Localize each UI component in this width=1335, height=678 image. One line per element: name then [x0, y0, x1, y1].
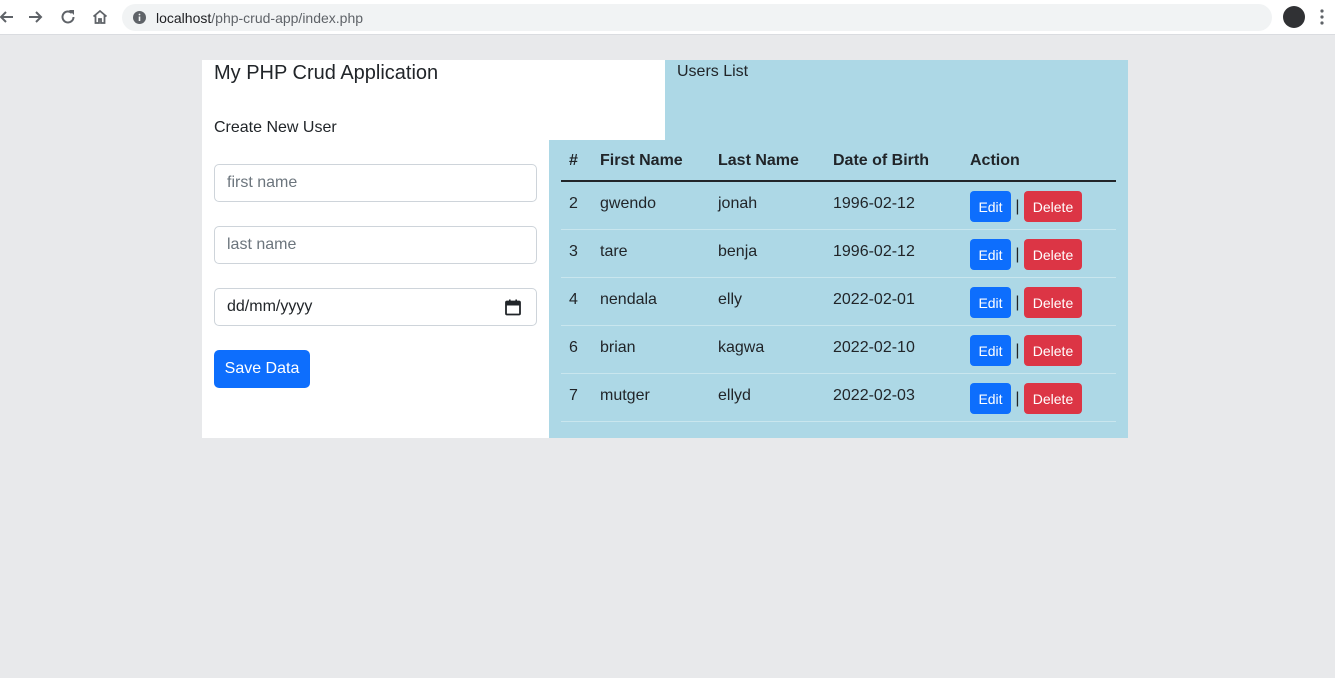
col-header-date-of-birth: Date of Birth — [833, 152, 929, 169]
edit-button[interactable]: Edit — [970, 383, 1011, 414]
delete-button[interactable]: Delete — [1024, 239, 1082, 270]
delete-button[interactable]: Delete — [1024, 191, 1082, 222]
row-actions: Edit | Delete — [970, 239, 1082, 270]
site-info-icon[interactable] — [132, 10, 147, 25]
edit-button[interactable]: Edit — [970, 239, 1011, 270]
edit-button[interactable]: Edit — [970, 335, 1011, 366]
cell-first-name: nendala — [600, 291, 657, 308]
row-actions: Edit | Delete — [970, 191, 1082, 222]
cell-id: 6 — [569, 339, 578, 356]
cell-date-of-birth: 1996-02-12 — [833, 243, 915, 260]
col-header-action: Action — [970, 152, 1020, 169]
cell-date-of-birth: 2022-02-01 — [833, 291, 915, 308]
last-name-placeholder: last name — [227, 236, 297, 253]
last-name-input[interactable]: last name — [214, 226, 537, 264]
table-row: 2 gwendo jonah 1996-02-12 Edit | Delete — [561, 182, 1116, 230]
cell-id: 7 — [569, 387, 578, 404]
url-text[interactable]: localhost/php-crud-app/index.php — [156, 10, 363, 26]
delete-button[interactable]: Delete — [1024, 287, 1082, 318]
cell-id: 2 — [569, 195, 578, 212]
profile-avatar[interactable] — [1283, 6, 1305, 28]
forward-arrow-icon[interactable] — [24, 5, 48, 29]
cell-date-of-birth: 2022-02-10 — [833, 339, 915, 356]
back-arrow-icon[interactable] — [0, 5, 18, 29]
more-menu-icon[interactable] — [1318, 8, 1326, 26]
users-list-title: Users List — [677, 63, 749, 80]
first-name-placeholder: first name — [227, 174, 298, 191]
col-header-id: # — [569, 152, 578, 169]
cell-first-name: mutger — [600, 387, 650, 404]
cell-last-name: elly — [718, 291, 743, 308]
users-table: # First Name Last Name Date of Birth Act… — [561, 140, 1116, 422]
reload-icon[interactable] — [56, 5, 80, 29]
calendar-icon[interactable] — [505, 299, 521, 316]
cell-id: 3 — [569, 243, 578, 260]
cell-last-name: jonah — [718, 195, 758, 212]
first-name-input[interactable]: first name — [214, 164, 537, 202]
delete-button[interactable]: Delete — [1024, 383, 1082, 414]
date-of-birth-input[interactable]: dd/mm/yyyy — [214, 288, 537, 326]
cell-date-of-birth: 1996-02-12 — [833, 195, 915, 212]
cell-first-name: tare — [600, 243, 628, 260]
cell-last-name: ellyd — [718, 387, 751, 404]
create-user-title: Create New User — [214, 119, 337, 136]
edit-button[interactable]: Edit — [970, 191, 1011, 222]
action-separator: | — [1015, 389, 1020, 407]
col-header-first-name: First Name — [600, 152, 683, 169]
table-row: 4 nendala elly 2022-02-01 Edit | Delete — [561, 278, 1116, 326]
row-actions: Edit | Delete — [970, 287, 1082, 318]
cell-id: 4 — [569, 291, 578, 308]
action-separator: | — [1015, 293, 1020, 311]
action-separator: | — [1015, 197, 1020, 215]
table-row: 7 mutger ellyd 2022-02-03 Edit | Delete — [561, 374, 1116, 422]
row-actions: Edit | Delete — [970, 335, 1082, 366]
edit-button[interactable]: Edit — [970, 287, 1011, 318]
delete-button[interactable]: Delete — [1024, 335, 1082, 366]
url-host: localhost — [156, 10, 212, 26]
table-header-row: # First Name Last Name Date of Birth Act… — [561, 140, 1116, 182]
cell-last-name: benja — [718, 243, 758, 260]
cell-first-name: gwendo — [600, 195, 657, 212]
save-data-button[interactable]: Save Data — [214, 350, 310, 388]
cell-first-name: brian — [600, 339, 636, 356]
row-actions: Edit | Delete — [970, 383, 1082, 414]
action-separator: | — [1015, 245, 1020, 263]
page-title: My PHP Crud Application — [214, 62, 439, 84]
home-icon[interactable] — [88, 5, 112, 29]
table-row: 6 brian kagwa 2022-02-10 Edit | Delete — [561, 326, 1116, 374]
browser-toolbar: localhost/php-crud-app/index.php — [0, 0, 1335, 35]
address-bar[interactable]: localhost/php-crud-app/index.php — [122, 4, 1272, 31]
cell-date-of-birth: 2022-02-03 — [833, 387, 915, 404]
action-separator: | — [1015, 341, 1020, 359]
col-header-last-name: Last Name — [718, 152, 799, 169]
date-of-birth-value: dd/mm/yyyy — [227, 298, 313, 315]
table-row: 3 tare benja 1996-02-12 Edit | Delete — [561, 230, 1116, 278]
cell-last-name: kagwa — [718, 339, 765, 356]
url-path: /php-crud-app/index.php — [211, 10, 364, 26]
